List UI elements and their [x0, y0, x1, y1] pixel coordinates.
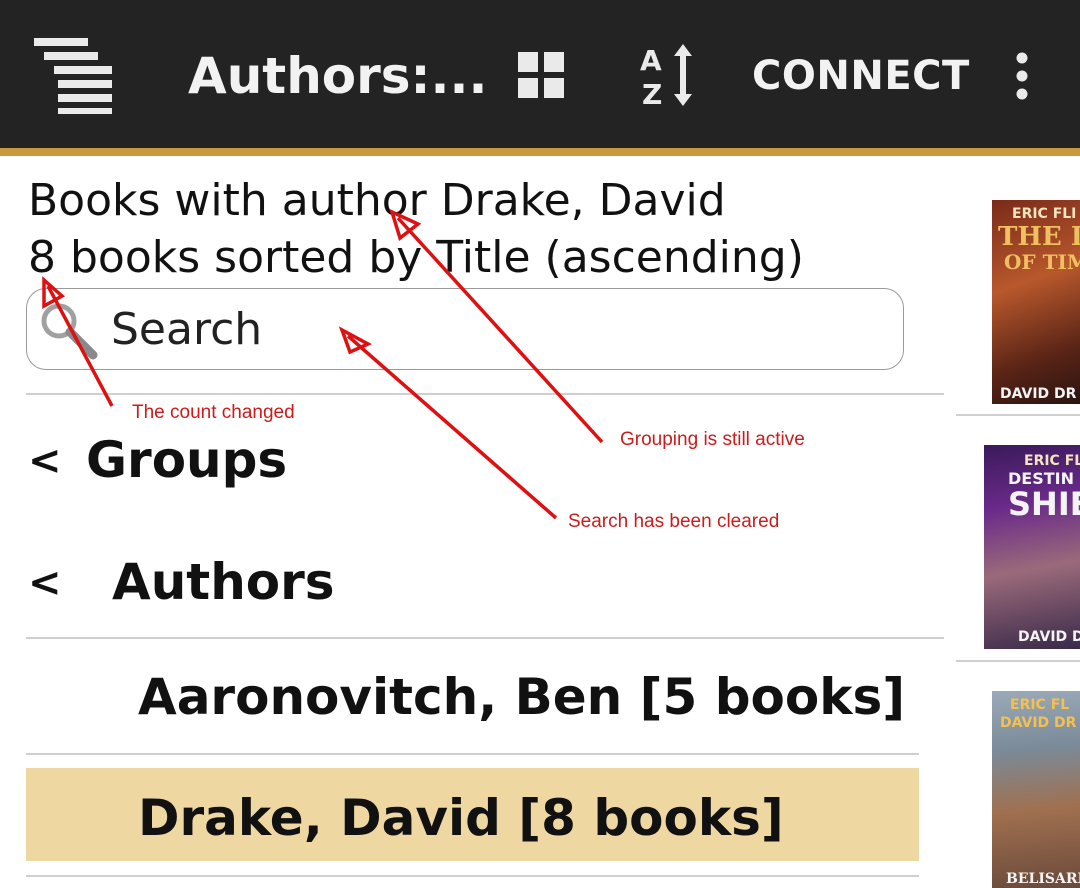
cover-author-text: ERIC FLI — [1012, 206, 1077, 222]
divider — [956, 414, 1080, 416]
annotation-grouping-active: Grouping is still active — [620, 429, 805, 450]
grid-view-icon[interactable] — [518, 52, 566, 100]
annotation-count-changed: The count changed — [132, 402, 295, 423]
cover-title-text: BELISARIU — [1006, 871, 1080, 887]
divider — [26, 393, 944, 395]
book-cover[interactable]: ERIC FLI DESTIN SHIEL DAVID DRA — [984, 445, 1080, 649]
book-cover[interactable]: ERIC FL DAVID DR BELISARIU — [992, 691, 1080, 888]
cover-grid: ERIC FLI THE DAN OF TIM DAVID DR ERIC FL… — [956, 156, 1080, 888]
divider — [956, 660, 1080, 662]
filter-description: Books with author Drake, David — [28, 175, 726, 226]
cover-author-text: DAVID DR — [1000, 386, 1077, 402]
search-input[interactable]: Search — [26, 288, 904, 370]
authors-label: Authors — [112, 553, 335, 611]
connect-button[interactable]: CONNECT — [752, 50, 970, 102]
cover-title-text: THE DAN — [998, 222, 1080, 252]
cover-author-text: ERIC FLI — [1024, 453, 1080, 469]
divider — [26, 637, 944, 639]
groups-label: Groups — [86, 431, 288, 489]
divider — [26, 875, 919, 877]
cover-author-text: DAVID DR — [1000, 715, 1077, 731]
annotation-search-cleared: Search has been cleared — [568, 511, 780, 532]
author-item-label: Drake, David [8 books] — [138, 789, 784, 847]
author-item-label: Aaronovitch, Ben [5 books] — [138, 668, 906, 726]
overflow-menu-icon[interactable] — [1010, 52, 1034, 100]
search-icon — [41, 303, 98, 360]
back-chevron-icon: < — [28, 438, 62, 484]
cover-author-text: DAVID DRA — [1018, 629, 1080, 645]
back-chevron-icon: < — [28, 560, 62, 606]
book-cover[interactable]: ERIC FLI THE DAN OF TIM DAVID DR — [992, 200, 1080, 404]
menu-icon[interactable] — [30, 36, 116, 116]
app-bar-accent-line — [0, 148, 1080, 156]
cover-title-text: SHIEL — [1008, 485, 1080, 523]
sort-az-icon[interactable]: A Z — [636, 42, 700, 108]
divider — [26, 753, 919, 755]
book-count-sort-description: 8 books sorted by Title (ascending) — [28, 232, 804, 283]
svg-text:Z: Z — [642, 78, 662, 108]
cover-title-text: OF TIM — [1004, 250, 1080, 274]
app-bar: Authors:... A Z CONNECT — [0, 0, 1080, 148]
cover-author-text: ERIC FL — [1010, 697, 1070, 713]
search-placeholder: Search — [111, 304, 263, 355]
svg-text:A: A — [640, 44, 662, 77]
app-bar-title: Authors:... — [188, 47, 488, 105]
